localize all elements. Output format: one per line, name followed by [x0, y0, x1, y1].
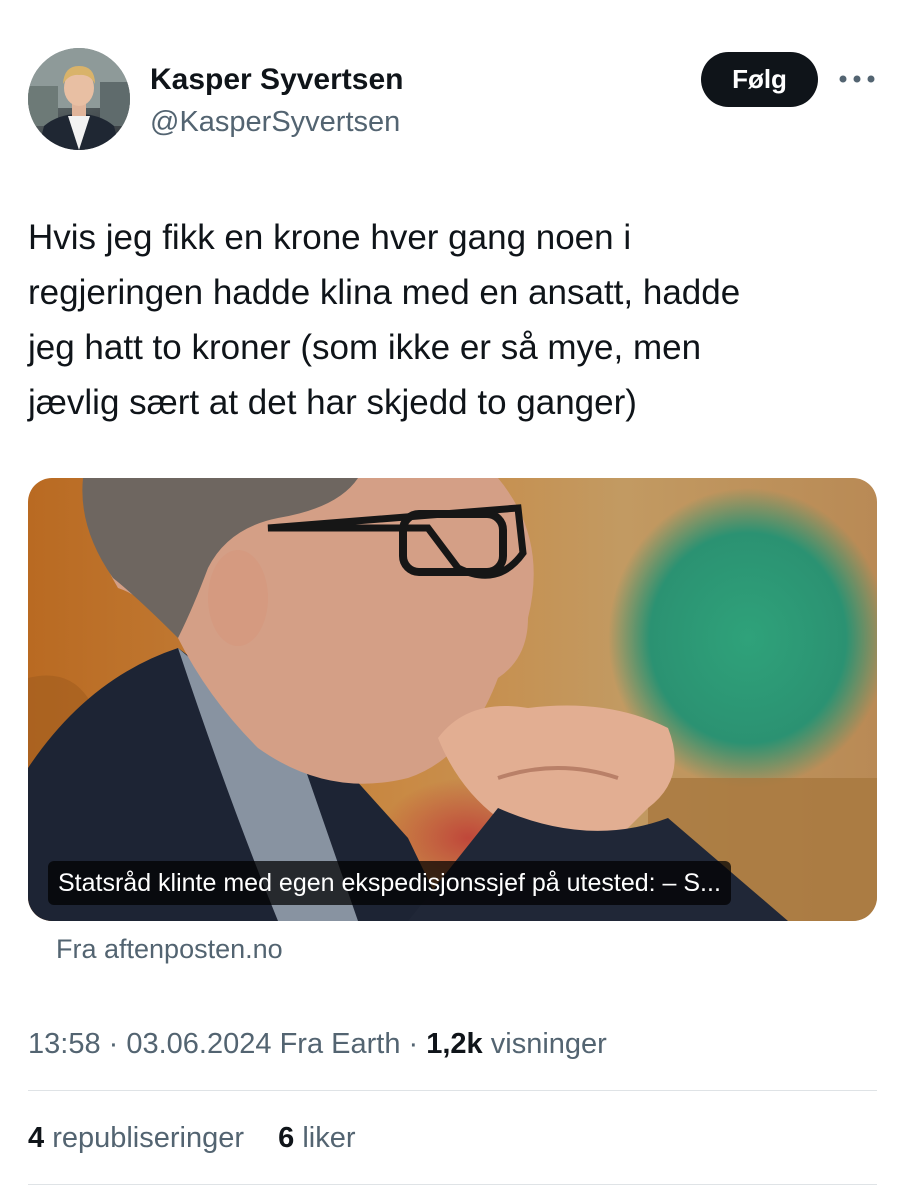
more-options-button[interactable]: [832, 64, 882, 94]
tweet-text-line: regjeringen hadde klina med en ansatt, h…: [28, 273, 741, 312]
card-caption: Statsråd klinte med egen ekspedisjonssje…: [48, 861, 731, 905]
tweet-text-line: Hvis jeg fikk en krone hver gang noen i: [28, 218, 632, 257]
meta-separator: ·: [100, 1028, 127, 1060]
author-handle[interactable]: @KasperSyvertsen: [150, 104, 400, 140]
tweet-origin: Fra Earth: [271, 1028, 401, 1060]
link-card[interactable]: Statsråd klinte med egen ekspedisjonssje…: [28, 478, 877, 921]
tweet-text: Hvis jeg fikk en krone hver gang noen i …: [28, 210, 878, 430]
more-horizontal-icon: [839, 75, 875, 83]
tweet-date[interactable]: 03.06.2024: [126, 1028, 271, 1060]
card-image: [28, 478, 877, 921]
likes-label: liker: [294, 1122, 356, 1154]
avatar-image: [28, 48, 130, 150]
tweet-text-line: jeg hatt to kroner (som ikke er så mye, …: [28, 328, 702, 367]
views-count[interactable]: 1,2k: [426, 1028, 482, 1060]
divider: [28, 1090, 877, 1091]
reposts-label: republiseringer: [44, 1122, 245, 1154]
meta-separator: ·: [400, 1028, 427, 1060]
reposts-stat[interactable]: 4 republiseringer: [28, 1122, 244, 1154]
tweet-time[interactable]: 13:58: [28, 1028, 101, 1060]
follow-button[interactable]: Følg: [701, 52, 818, 107]
views-label: visninger: [482, 1028, 607, 1060]
tweet-text-line: jævlig sært at det har skjedd to ganger): [28, 383, 637, 422]
likes-count: 6: [278, 1122, 295, 1154]
divider: [28, 1184, 877, 1185]
author-name[interactable]: Kasper Syvertsen: [150, 62, 403, 98]
likes-stat[interactable]: 6 liker: [278, 1122, 355, 1154]
reposts-count: 4: [28, 1122, 45, 1154]
card-source-link[interactable]: Fra aftenposten.no: [56, 929, 283, 969]
avatar[interactable]: [28, 48, 130, 150]
tweet-meta: 13:58 · 03.06.2024 Fra Earth · 1,2k visn…: [28, 1024, 607, 1064]
tweet-stats: 4 republiseringer 6 liker: [28, 1118, 356, 1158]
